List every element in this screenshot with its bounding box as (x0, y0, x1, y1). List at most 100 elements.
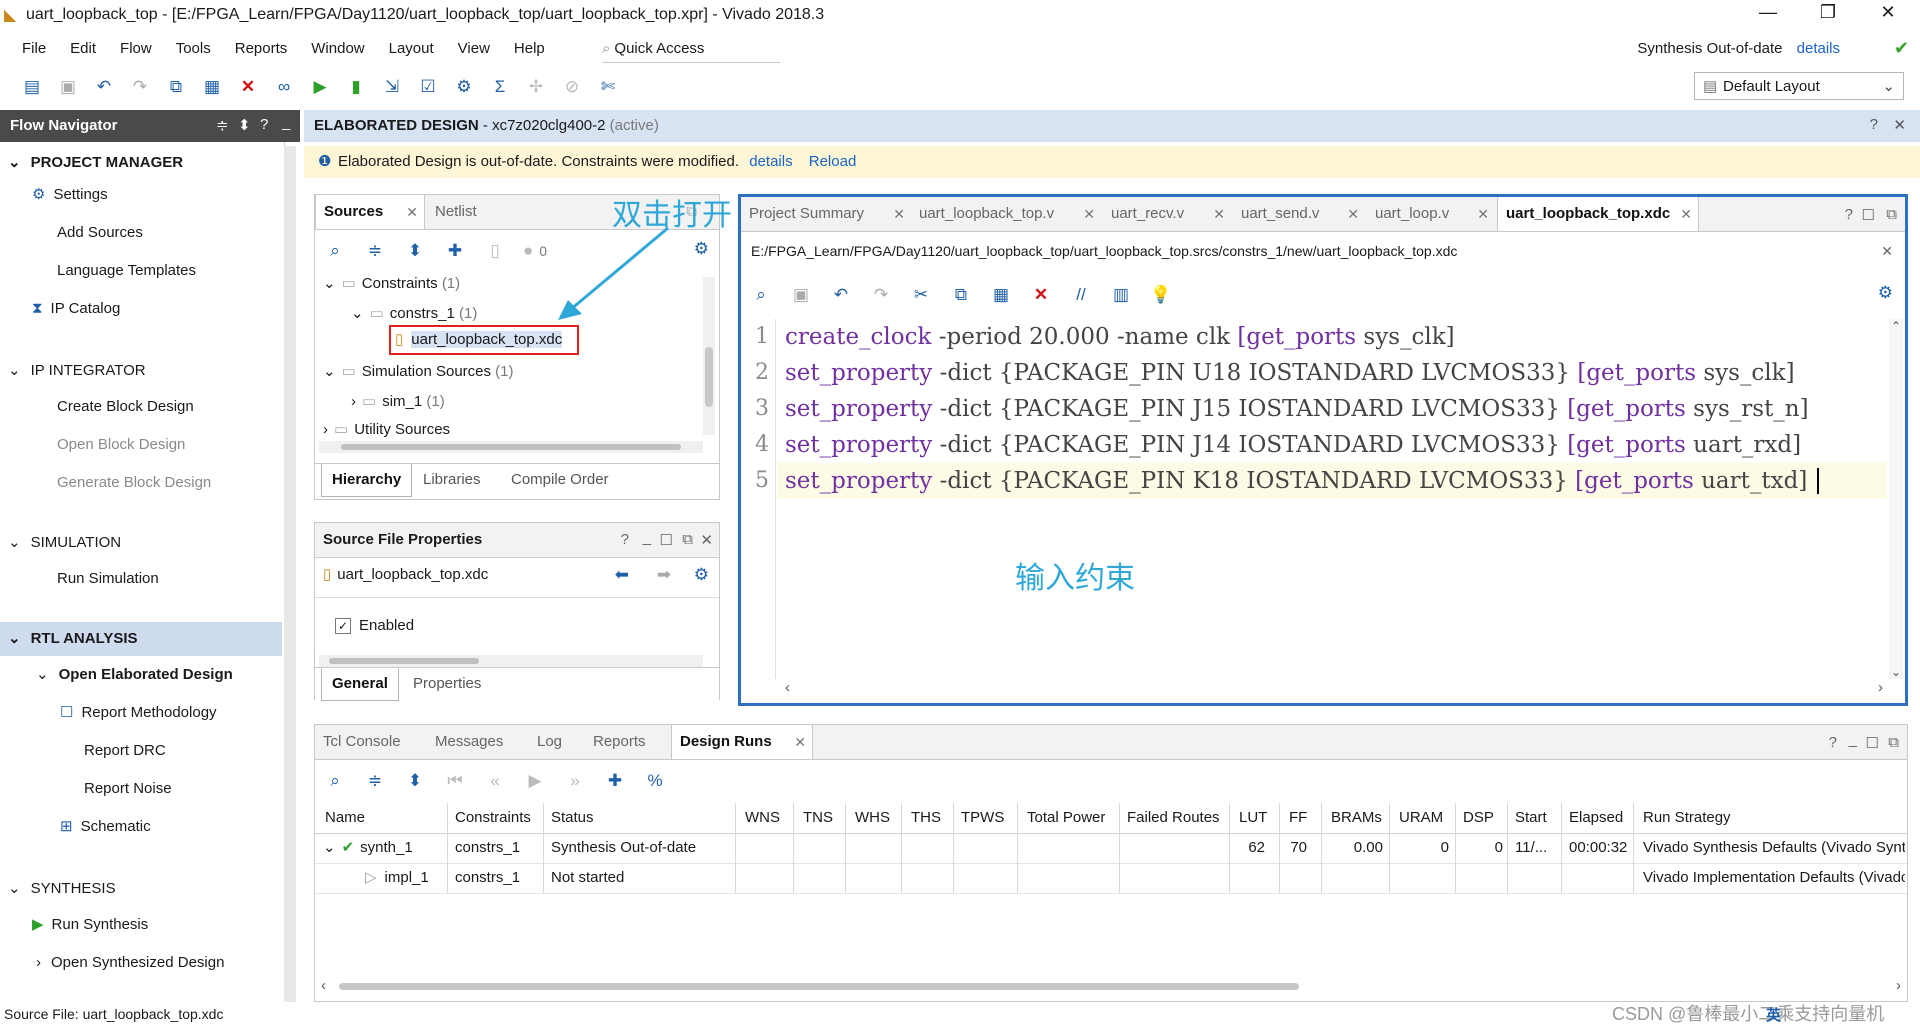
col-lut[interactable]: LUT (1239, 803, 1267, 833)
quick-access-field[interactable]: ⌕ Quick Access (602, 38, 780, 63)
col-uram[interactable]: URAM (1399, 803, 1443, 833)
link-icon[interactable]: ∞ (266, 73, 302, 101)
help-icon[interactable]: ? (621, 531, 629, 548)
paste-icon[interactable]: ▦ (981, 285, 1021, 305)
col-total-power[interactable]: Total Power (1027, 803, 1105, 833)
minimize-button[interactable]: — (1748, 2, 1788, 23)
col-run-strategy[interactable]: Run Strategy (1643, 803, 1731, 833)
tab-reports[interactable]: Reports (585, 725, 669, 759)
flow-item-create-block-design[interactable]: Create Block Design (57, 392, 194, 422)
flow-item-run-synthesis[interactable]: ▶ Run Synthesis (32, 910, 148, 940)
collapse-all-icon[interactable]: ≑ (355, 241, 395, 261)
float-icon[interactable]: ⧉ (682, 531, 693, 548)
ime-indicator[interactable]: 英 (1766, 1004, 1781, 1025)
flow-item-open-block-design[interactable]: Open Block Design (57, 430, 185, 460)
run-icon[interactable]: ▶ (302, 73, 338, 101)
prev-icon[interactable]: « (475, 771, 515, 791)
close-icon[interactable]: ✕ (1213, 197, 1225, 231)
flow-item-ip-catalog[interactable]: ⧗ IP Catalog (32, 294, 120, 324)
maximize-panel-icon[interactable]: ☐ (1866, 734, 1879, 752)
tab-uart-recv-v[interactable]: uart_recv.v ✕ (1103, 197, 1231, 231)
flow-item-run-simulation[interactable]: Run Simulation (57, 564, 159, 594)
col-ff[interactable]: FF (1289, 803, 1307, 833)
delete-icon[interactable]: ✕ (230, 73, 266, 101)
tab-libraries[interactable]: Libraries (423, 464, 481, 496)
sources-vscroll[interactable] (703, 277, 715, 435)
tool-c-icon[interactable]: ✄ (590, 73, 626, 101)
tree-constraints[interactable]: ⌄ ▭ Constraints (1) (323, 271, 460, 297)
redo-icon[interactable]: ↷ (861, 285, 901, 305)
sources-hscroll[interactable] (319, 441, 703, 453)
tab-hierarchy[interactable]: Hierarchy (321, 464, 413, 497)
table-row[interactable]: ▷ impl_1 constrs_1 Not started Vivado Imp… (315, 863, 1907, 894)
tool-b-icon[interactable]: ⊘ (554, 73, 590, 101)
tab-netlist[interactable]: Netlist (427, 195, 517, 229)
close-icon[interactable]: ✕ (794, 725, 806, 759)
tool-a-icon[interactable]: ✢ (518, 73, 554, 101)
tab-uart-loopback-top-v[interactable]: uart_loopback_top.v ✕ (911, 197, 1101, 231)
tab-log[interactable]: Log (529, 725, 583, 759)
tree-sim-1[interactable]: › ▭ sim_1 (1) (351, 389, 445, 415)
close-icon[interactable]: ✕ (1083, 197, 1095, 231)
add-icon[interactable]: ✚ (435, 241, 475, 261)
editor-hscroll[interactable]: ‹ › (777, 679, 1887, 696)
lightbulb-icon[interactable]: 💡 (1141, 285, 1181, 305)
close-icon[interactable]: ✕ (893, 197, 905, 231)
flow-item-add-sources[interactable]: Add Sources (57, 218, 143, 248)
close-icon[interactable]: ✕ (406, 195, 418, 229)
tree-xdc-file[interactable]: ▯ uart_loopback_top.xdc (395, 327, 563, 353)
synthesis-details-link[interactable]: details (1797, 40, 1840, 57)
menu-reports[interactable]: Reports (223, 34, 300, 64)
maximize-panel-icon[interactable]: ☐ (660, 531, 673, 549)
code-line[interactable]: set_property -dict {PACKAGE_PIN K18 IOST… (785, 463, 1820, 499)
code-line[interactable]: set_property -dict {PACKAGE_PIN J14 IOST… (785, 427, 1801, 463)
editor-vscroll[interactable]: ⌃ ⌄ (1889, 319, 1903, 679)
gear-icon[interactable]: ⚙ (694, 565, 709, 585)
col-tpws[interactable]: TPWS (961, 803, 1004, 833)
search-icon[interactable]: ⌕ (741, 285, 781, 305)
banner-details-link[interactable]: details (749, 153, 792, 170)
redo-icon[interactable]: ↷ (122, 73, 158, 101)
flow-item-report-methodology[interactable]: ☐ Report Methodology (60, 698, 217, 728)
runs-hscroll[interactable]: ‹ › (319, 977, 1903, 994)
col-start[interactable]: Start (1515, 803, 1547, 833)
sigma-icon[interactable]: Σ (482, 73, 518, 101)
search-icon[interactable]: ⌕ (315, 771, 355, 791)
close-button[interactable]: ✕ (1868, 2, 1908, 23)
flow-item-report-noise[interactable]: Report Noise (84, 774, 172, 804)
flow-item-open-synthesized-design[interactable]: › Open Synthesized Design (36, 948, 224, 978)
col-brams[interactable]: BRAMs (1331, 803, 1382, 833)
tab-project-summary[interactable]: Project Summary ✕ (741, 197, 911, 231)
banner-reload-link[interactable]: Reload (809, 153, 857, 170)
tab-properties[interactable]: Properties (413, 668, 481, 700)
save-icon[interactable]: ▣ (50, 73, 86, 101)
tab-messages[interactable]: Messages (427, 725, 527, 759)
menu-tools[interactable]: Tools (164, 34, 223, 64)
tab-uart-loop-v[interactable]: uart_loop.v ✕ (1367, 197, 1495, 231)
code-line[interactable]: set_property -dict {PACKAGE_PIN J15 IOST… (785, 391, 1809, 427)
col-wns[interactable]: WNS (745, 803, 780, 833)
undo-icon[interactable]: ↶ (86, 73, 122, 101)
enabled-checkbox[interactable]: ✓ Enabled (335, 617, 414, 634)
properties-hscroll[interactable] (319, 655, 703, 667)
tab-design-runs[interactable]: Design Runs ✕ (671, 725, 813, 759)
expand-all-icon[interactable]: ⬍ (395, 241, 435, 261)
percent-icon[interactable]: % (635, 771, 675, 791)
flow-item-language-templates[interactable]: Language Templates (57, 256, 196, 286)
report-icon[interactable]: ☑ (410, 73, 446, 101)
maximize-button[interactable]: ❐ (1808, 2, 1848, 23)
section-simulation[interactable]: ⌄ SIMULATION (8, 528, 121, 558)
menu-window[interactable]: Window (299, 34, 376, 64)
flow-navigator-scrollbar[interactable] (284, 146, 296, 1002)
download-icon[interactable]: ⇲ (374, 73, 410, 101)
section-project-manager[interactable]: ⌄ PROJECT MANAGER (8, 148, 183, 178)
tab-compile-order[interactable]: Compile Order (511, 464, 609, 496)
menu-edit[interactable]: Edit (58, 34, 108, 64)
collapse-all-icon[interactable]: ≑ (355, 771, 395, 791)
copy-icon[interactable]: ⧉ (941, 285, 981, 305)
tab-uart-loopback-top-xdc[interactable]: uart_loopback_top.xdc ✕ (1497, 197, 1699, 231)
help-icon[interactable]: ? (1829, 734, 1837, 751)
flow-item-report-drc[interactable]: Report DRC (84, 736, 166, 766)
next-icon[interactable]: » (555, 771, 595, 791)
search-icon[interactable]: ⌕ (315, 241, 355, 261)
